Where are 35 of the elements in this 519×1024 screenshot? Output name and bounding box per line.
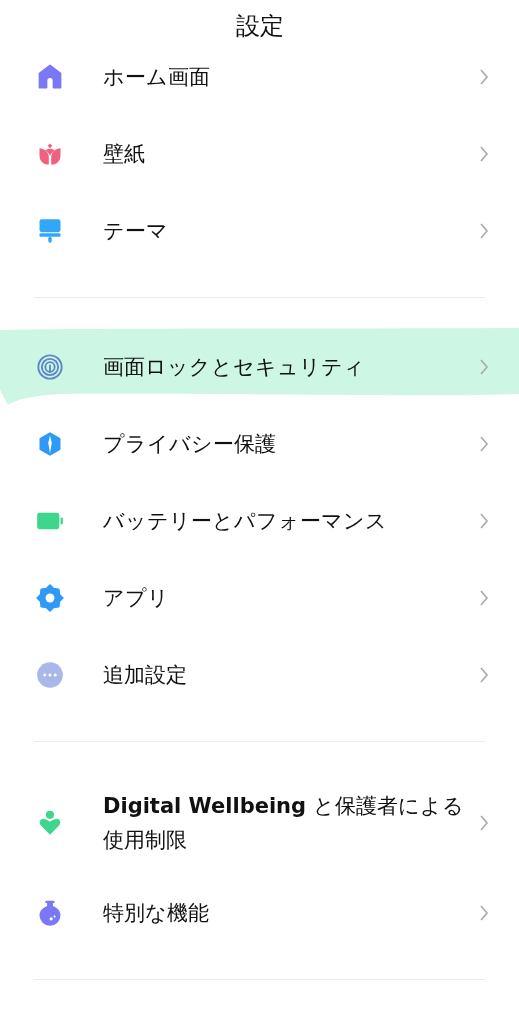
chevron-right-icon	[479, 221, 489, 240]
item-label: テーマ	[103, 217, 169, 245]
home-icon	[36, 62, 64, 91]
item-label: 壁紙	[103, 140, 146, 168]
settings-item[interactable]: プライバシー保護	[0, 405, 519, 482]
item-label: アプリ	[103, 584, 170, 612]
chevron-right-icon	[479, 903, 489, 922]
settings-item[interactable]: 壁紙	[0, 115, 519, 192]
item-label: Digital Wellbeing と保護者による使用制限	[103, 793, 465, 854]
screen-title: 設定	[234, 11, 285, 38]
item-label: 特別な機能	[103, 899, 210, 927]
settings-item[interactable]: テーマ	[0, 192, 519, 269]
chevron-right-icon	[479, 665, 489, 684]
settings-item[interactable]: 追加設定	[0, 636, 519, 713]
settings-item[interactable]: アプリ	[0, 559, 519, 636]
settings-item[interactable]: バッテリーとパフォーマンス	[0, 482, 519, 559]
settings-item[interactable]: ホーム画面	[0, 38, 519, 115]
more-icon	[36, 660, 64, 689]
chevron-right-icon	[479, 588, 489, 607]
item-label: プライバシー保護	[103, 430, 277, 458]
item-label: バッテリーとパフォーマンス	[103, 507, 388, 535]
chevron-right-icon	[479, 434, 489, 453]
settings-item[interactable]: 特別な機能	[0, 874, 519, 951]
fingerprint-icon	[36, 352, 64, 381]
chevron-right-icon	[479, 144, 489, 163]
item-label: 追加設定	[103, 661, 188, 689]
gear-icon	[36, 583, 64, 612]
chevron-right-icon	[479, 814, 489, 832]
chevron-right-icon	[479, 67, 489, 86]
chevron-right-icon	[479, 511, 489, 530]
chevron-right-icon	[479, 357, 489, 376]
item-label: ホーム画面	[103, 63, 211, 91]
item-label: 画面ロックとセキュリティ	[103, 353, 366, 381]
settings-item[interactable]: 画面ロックとセキュリティ	[0, 328, 519, 405]
settings-item[interactable]: Digital Wellbeing と保護者による使用制限	[0, 772, 519, 874]
